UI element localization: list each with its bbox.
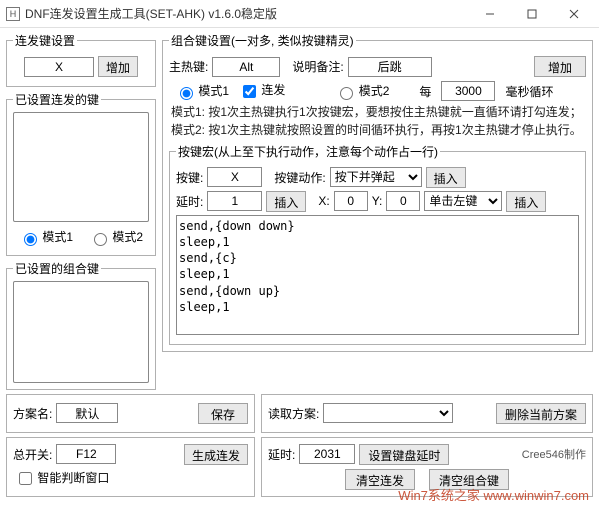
combo-mode1-label: 模式1: [198, 84, 229, 98]
close-button[interactable]: [553, 1, 595, 27]
macro-textarea[interactable]: [176, 215, 579, 335]
macro-delay-label: 延时:: [176, 193, 203, 210]
y-input[interactable]: [386, 191, 420, 211]
every-unit: 毫秒循环: [505, 83, 553, 100]
main-hotkey-label: 主热键:: [169, 58, 208, 75]
macro-delay-insert-button[interactable]: 插入: [266, 191, 306, 212]
set-kbd-delay-button[interactable]: 设置键盘延时: [359, 444, 449, 465]
x-input[interactable]: [334, 191, 368, 211]
y-label: Y:: [372, 194, 383, 208]
plan-delete-button[interactable]: 删除当前方案: [496, 403, 586, 424]
repeat-key-input[interactable]: [24, 57, 94, 77]
combo-set-group-title: 已设置的组合键: [13, 260, 101, 277]
every-input[interactable]: [441, 81, 495, 101]
global-delay-input[interactable]: [299, 444, 355, 464]
macro-action-label: 按键动作:: [274, 169, 325, 186]
repeat-mode2-radio[interactable]: 模式2: [89, 228, 143, 246]
repeat-set-group-title: 已设置连发的键: [13, 91, 101, 108]
macro-delay-input[interactable]: [207, 191, 262, 211]
mode1-label: 模式1: [42, 230, 73, 244]
plan-name-label: 方案名:: [13, 405, 52, 422]
main-switch-input[interactable]: [56, 444, 116, 464]
global-delay-label: 延时:: [268, 446, 295, 463]
read-plan-label: 读取方案:: [268, 405, 319, 422]
smart-window-label: 智能判断窗口: [37, 471, 109, 485]
main-hotkey-input[interactable]: [212, 57, 280, 77]
app-icon: H: [6, 7, 20, 21]
repeat-key-group-title: 连发键设置: [13, 32, 77, 49]
macro-action-select[interactable]: 按下并弹起: [330, 167, 422, 187]
repeat-check-label: 连发: [261, 83, 285, 97]
maximize-button[interactable]: [511, 1, 553, 27]
macro-group: 按键宏(从上至下执行动作，注意每个动作占一行) 按键: 按键动作: 按下并弹起 …: [169, 143, 586, 345]
combo-mode2-label: 模式2: [359, 84, 390, 98]
main-switch-label: 总开关:: [13, 446, 52, 463]
minimize-button[interactable]: [469, 1, 511, 27]
combo-keys-list[interactable]: [13, 281, 149, 383]
clear-repeat-button[interactable]: 清空连发: [345, 469, 415, 490]
read-plan-select[interactable]: [323, 403, 453, 423]
combo-config-group: 组合键设置(一对多, 类似按键精灵) 主热键: 说明备注: 增加 模式1 连发: [162, 32, 593, 352]
plan-name-input[interactable]: [56, 403, 118, 423]
macro-group-title: 按键宏(从上至下执行动作，注意每个动作占一行): [176, 143, 440, 160]
macro-key-insert-button[interactable]: 插入: [426, 167, 466, 188]
x-label: X:: [318, 194, 329, 208]
mode-info-2: 模式2: 按1次主热键就按照设置的时间循环执行，再按1次主热键才停止执行。: [171, 122, 584, 139]
repeat-mode1-radio[interactable]: 模式1: [19, 228, 73, 246]
generate-button[interactable]: 生成连发: [184, 444, 248, 465]
mode-info-1: 模式1: 按1次主热键执行1次按键宏，要想按住主热键就一直循环请打勾连发；: [171, 104, 584, 121]
titlebar: H DNF连发设置生成工具(SET-AHK) v1.6.0稳定版: [0, 0, 599, 28]
repeat-keys-list[interactable]: [13, 112, 149, 222]
desc-label: 说明备注:: [292, 58, 343, 75]
macro-click-insert-button[interactable]: 插入: [506, 191, 546, 212]
window-title: DNF连发设置生成工具(SET-AHK) v1.6.0稳定版: [25, 5, 469, 22]
macro-key-label: 按键:: [176, 169, 203, 186]
repeat-key-group: 连发键设置 增加: [6, 32, 156, 87]
combo-repeat-check[interactable]: 连发: [239, 81, 285, 100]
macro-key-input[interactable]: [207, 167, 262, 187]
combo-add-button[interactable]: 增加: [534, 56, 586, 77]
combo-mode2-radio[interactable]: 模式2: [335, 82, 389, 100]
combo-mode1-radio[interactable]: 模式1: [175, 82, 229, 100]
every-label: 每: [419, 83, 431, 100]
global-delay-box: _ 延时: 设置键盘延时 Cree546制作 清空连发 清空组合键: [261, 437, 593, 497]
smart-window-check[interactable]: 智能判断窗口: [15, 469, 109, 488]
combo-config-group-title: 组合键设置(一对多, 类似按键精灵): [169, 32, 356, 49]
click-select[interactable]: 单击左键: [424, 191, 502, 211]
clear-combo-button[interactable]: 清空组合键: [429, 469, 509, 490]
plan-save-button[interactable]: 保存: [198, 403, 248, 424]
read-plan-box: _ 读取方案: 删除当前方案: [261, 394, 593, 433]
repeat-set-group: 已设置连发的键 模式1 模式2: [6, 91, 156, 256]
main-switch-box: _ 总开关: 生成连发 智能判断窗口: [6, 437, 255, 497]
repeat-add-button[interactable]: 增加: [98, 56, 138, 77]
combo-set-group: 已设置的组合键: [6, 260, 156, 390]
mode2-label: 模式2: [112, 230, 143, 244]
credit-text: Cree546制作: [522, 446, 586, 462]
desc-input[interactable]: [348, 57, 432, 77]
plan-box: _ 方案名: 保存: [6, 394, 255, 433]
